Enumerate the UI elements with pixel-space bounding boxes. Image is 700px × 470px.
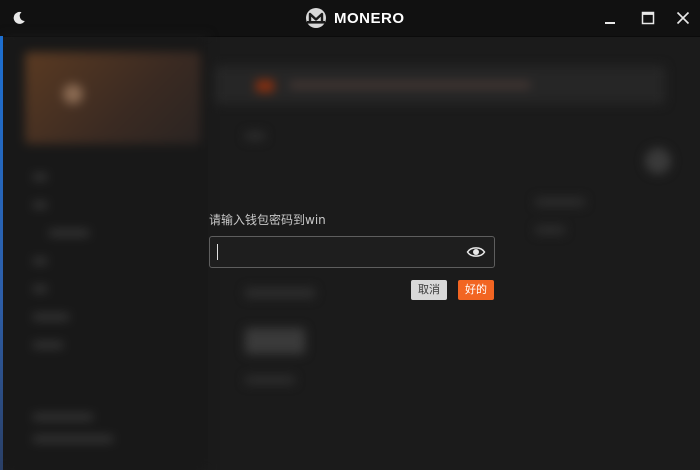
- brand: MONERO: [306, 7, 405, 29]
- content-block: [245, 376, 295, 384]
- sidebar-line: [33, 436, 113, 442]
- cancel-button[interactable]: 取消: [411, 280, 447, 300]
- card-badge: [63, 84, 83, 104]
- monero-logo-icon: [306, 8, 326, 28]
- minimize-icon[interactable]: [601, 9, 619, 27]
- title-bar: MONERO: [0, 0, 700, 37]
- maximize-icon[interactable]: [639, 9, 657, 27]
- password-field[interactable]: [209, 236, 495, 268]
- sidebar-line: [33, 314, 69, 320]
- sidebar-line: [33, 342, 63, 348]
- sidebar-line: [33, 286, 47, 292]
- eye-icon[interactable]: [466, 243, 486, 261]
- ok-button[interactable]: 好的: [458, 280, 494, 300]
- main-line: [290, 82, 530, 88]
- sidebar: [3, 36, 208, 470]
- content-block: [535, 198, 585, 206]
- content-block: [245, 328, 305, 354]
- text-caret: [217, 244, 218, 260]
- content-block: [535, 226, 565, 234]
- password-input[interactable]: [216, 241, 456, 263]
- main-accent: [256, 80, 274, 92]
- app-title: MONERO: [334, 9, 405, 27]
- app-window: MONERO 请输入钱包密码到win 取消 好的: [0, 0, 700, 470]
- round-button: [645, 148, 671, 174]
- wallet-card: [25, 52, 201, 144]
- moon-icon[interactable]: [10, 9, 28, 27]
- password-prompt: 请输入钱包密码到win: [209, 213, 326, 227]
- close-icon[interactable]: [674, 9, 692, 27]
- password-dialog: 请输入钱包密码到win 取消 好的: [209, 210, 495, 305]
- sidebar-line: [33, 202, 47, 208]
- content-block: [245, 132, 265, 140]
- sidebar-line: [33, 414, 93, 420]
- window-edge: [0, 36, 3, 470]
- sidebar-line: [49, 230, 89, 236]
- sidebar-line: [33, 258, 47, 264]
- sidebar-line: [33, 174, 47, 180]
